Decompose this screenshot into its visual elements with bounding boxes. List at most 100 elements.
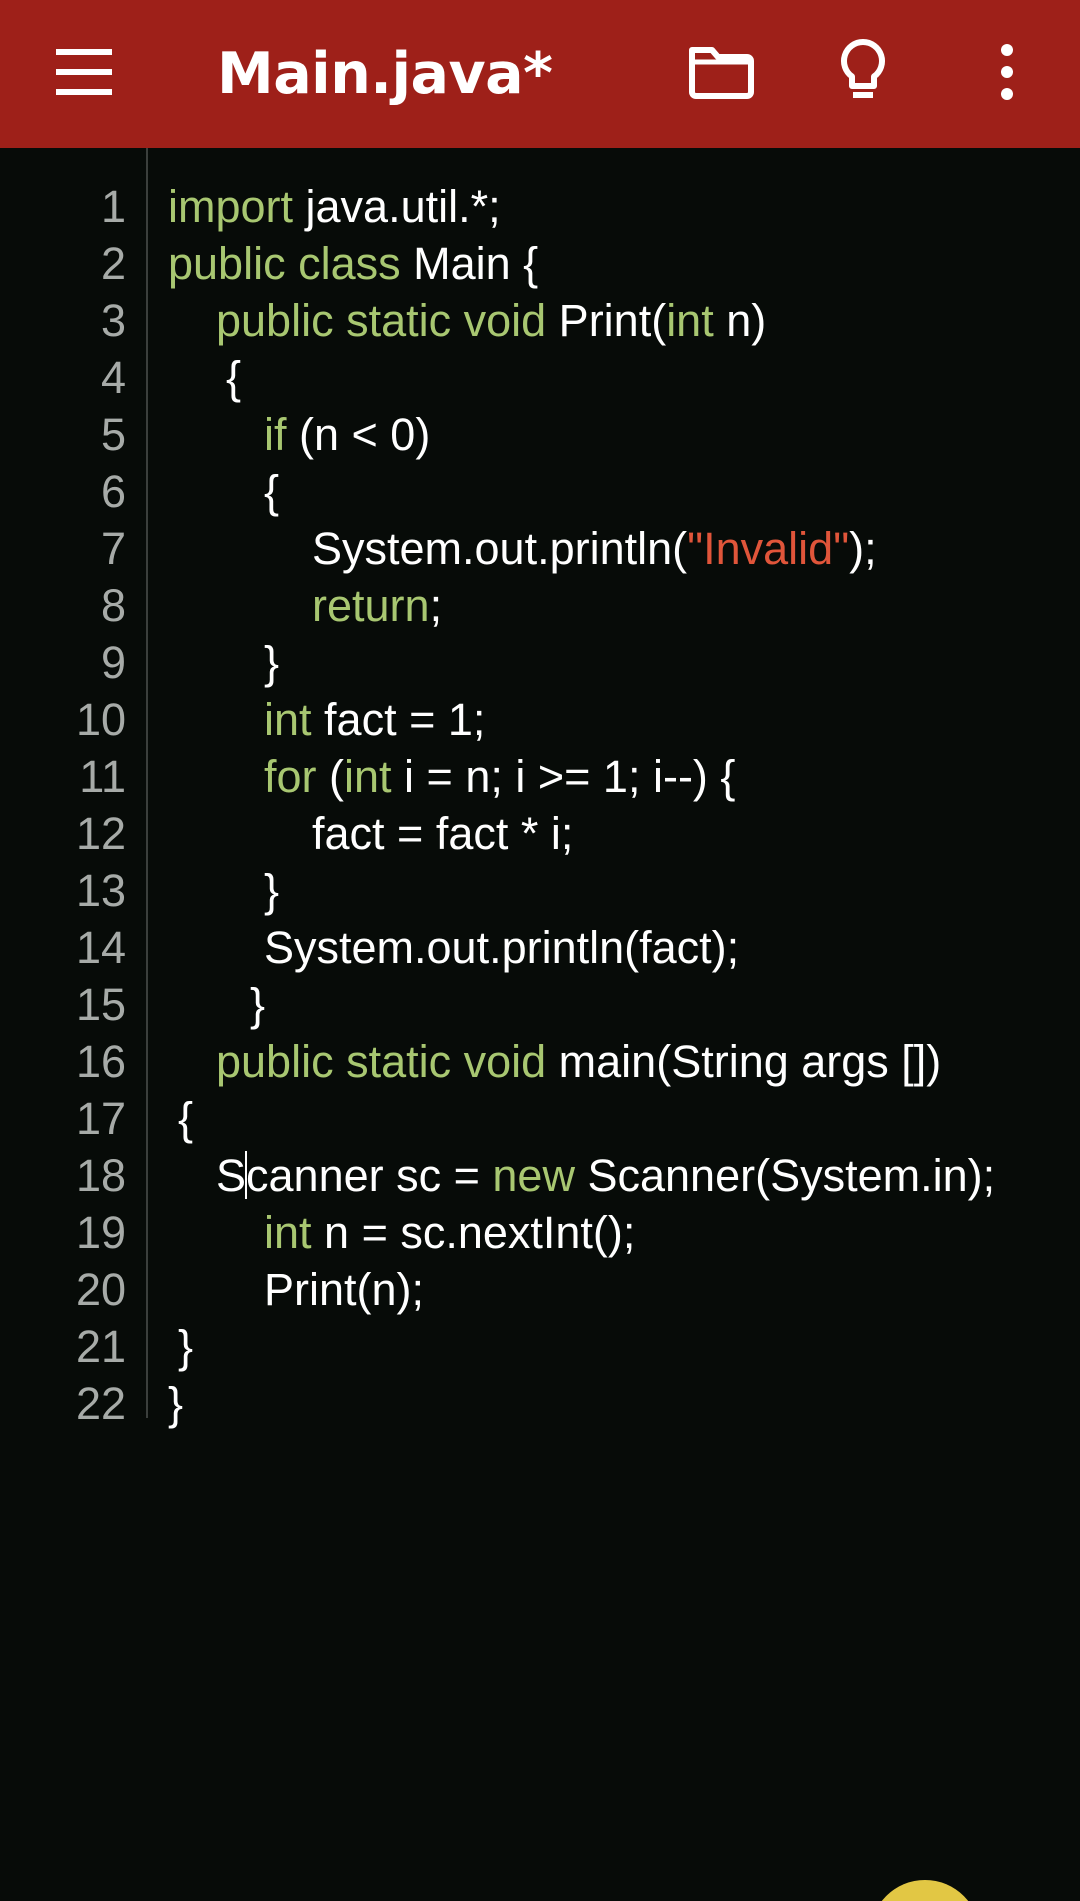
code-token: { (264, 466, 280, 517)
code-text: int fact = 1; (264, 691, 485, 748)
code-token: } (250, 979, 266, 1030)
code-text: public static void main(String args []) (216, 1033, 941, 1090)
app-bar: Main.java* (0, 0, 1080, 148)
code-token: System.out.println( (312, 523, 688, 574)
code-line[interactable]: 21} (0, 1318, 1080, 1375)
code-line[interactable]: 1 import java.util.*; (0, 178, 1080, 235)
code-token: ; (429, 580, 443, 631)
code-text: return; (312, 577, 442, 634)
code-line[interactable]: 15} (0, 976, 1080, 1033)
code-token: System.out.println(fact); (264, 922, 740, 973)
code-text: { (264, 463, 279, 520)
line-number: 22 (75, 1378, 126, 1429)
string-token: "Invalid" (687, 523, 850, 574)
code-text: } (264, 862, 279, 919)
hint-button[interactable] (819, 28, 907, 116)
line-number: 13 (75, 865, 126, 916)
line-number: 17 (75, 1093, 126, 1144)
line-number: 10 (75, 694, 126, 745)
code-text: public static void Print(int n) (216, 292, 766, 349)
code-text: System.out.println(fact); (264, 919, 739, 976)
code-token: canner sc = (246, 1150, 493, 1201)
keyword-token: new (492, 1150, 575, 1201)
code-line[interactable]: 14 System.out.println(fact); (0, 919, 1080, 976)
line-number: 4 (100, 352, 126, 403)
code-text: { (178, 1090, 193, 1147)
code-line[interactable]: 20 Print(n); (0, 1261, 1080, 1318)
code-line[interactable]: 12 fact = fact * i; (0, 805, 1080, 862)
code-line[interactable]: 9} (0, 634, 1080, 691)
code-text: } (264, 634, 279, 691)
code-text: if (n < 0) (264, 406, 430, 463)
line-number: 1 (100, 181, 126, 232)
line-number: 14 (75, 922, 126, 973)
code-token: Print( (546, 295, 667, 346)
line-number: 19 (75, 1207, 126, 1258)
code-line[interactable]: 4{ (0, 349, 1080, 406)
code-line[interactable]: 8 return; (0, 577, 1080, 634)
line-number: 11 (79, 751, 126, 802)
keyword-token: public class (168, 238, 401, 289)
code-line[interactable]: 11 for (int i = n; i >= 1; i--) { (0, 748, 1080, 805)
code-token: ( (316, 751, 345, 802)
code-line[interactable]: 17 { (0, 1090, 1080, 1147)
code-line[interactable]: 5 if (n < 0) (0, 406, 1080, 463)
code-line[interactable]: 18 Scanner sc = new Scanner(System.in); (0, 1147, 1080, 1204)
code-line[interactable]: 13} (0, 862, 1080, 919)
code-line[interactable]: 10 int fact = 1; (0, 691, 1080, 748)
code-line[interactable]: 6{ (0, 463, 1080, 520)
code-line[interactable]: 16 public static void main(String args []… (0, 1033, 1080, 1090)
hamburger-menu-icon (56, 49, 112, 95)
code-text: { (226, 349, 241, 406)
keyword-token: int (264, 694, 312, 745)
code-text: } (250, 976, 265, 1033)
code-line[interactable]: 3 public static void Print(int n) (0, 292, 1080, 349)
line-number: 18 (75, 1150, 126, 1201)
line-number: 8 (100, 580, 126, 631)
code-line[interactable]: 7 System.out.println("Invalid"); (0, 520, 1080, 577)
code-token: fact = fact * i; (312, 808, 574, 859)
folder-icon (689, 47, 754, 99)
code-text: Print(n); (264, 1261, 424, 1318)
line-number: 2 (100, 238, 126, 289)
code-token: } (264, 865, 280, 916)
line-number: 20 (75, 1264, 126, 1315)
code-text: Scanner sc = new Scanner(System.in); (216, 1147, 995, 1204)
keyword-token: public static void (216, 1036, 547, 1087)
code-line[interactable]: 22} (0, 1375, 1080, 1432)
code-token: n) (713, 295, 767, 346)
line-number: 16 (75, 1036, 126, 1087)
code-token: n = sc.nextInt(); (311, 1207, 636, 1258)
code-token: } (178, 1321, 194, 1372)
code-token: Scanner(System.in); (574, 1150, 996, 1201)
code-token: Print(n); (264, 1264, 425, 1315)
line-number: 3 (100, 295, 126, 346)
open-files-button[interactable] (676, 28, 764, 116)
menu-button[interactable] (40, 28, 128, 116)
line-number: 12 (75, 808, 126, 859)
lightbulb-icon (841, 39, 885, 98)
line-number: 7 (100, 523, 126, 574)
code-token: (n < 0) (286, 409, 431, 460)
line-number: 5 (100, 409, 126, 460)
code-token: { (226, 352, 242, 403)
line-number: 15 (75, 979, 126, 1030)
keyword-token: int (344, 751, 392, 802)
keyword-token: int (666, 295, 714, 346)
code-line[interactable]: 19 int n = sc.nextInt(); (0, 1204, 1080, 1261)
code-editor[interactable]: 1 import java.util.*; 2 public class Main {… (0, 148, 1080, 1901)
line-number: 21 (75, 1321, 126, 1372)
line-number: 9 (100, 637, 126, 688)
keyword-token: public static void (216, 295, 547, 346)
more-options-button[interactable] (963, 28, 1051, 116)
keyword-token: return (312, 580, 430, 631)
code-token: S (216, 1150, 247, 1201)
code-line[interactable]: 2 public class Main { (0, 235, 1080, 292)
code-token: Main { (400, 238, 539, 289)
code-token: fact = 1; (311, 694, 486, 745)
line-number: 6 (100, 466, 126, 517)
code-token: i = n; i >= 1; i--) { (391, 751, 736, 802)
keyword-token: for (264, 751, 317, 802)
code-token: java.util.*; (293, 181, 501, 232)
keyword-token: if (264, 409, 287, 460)
